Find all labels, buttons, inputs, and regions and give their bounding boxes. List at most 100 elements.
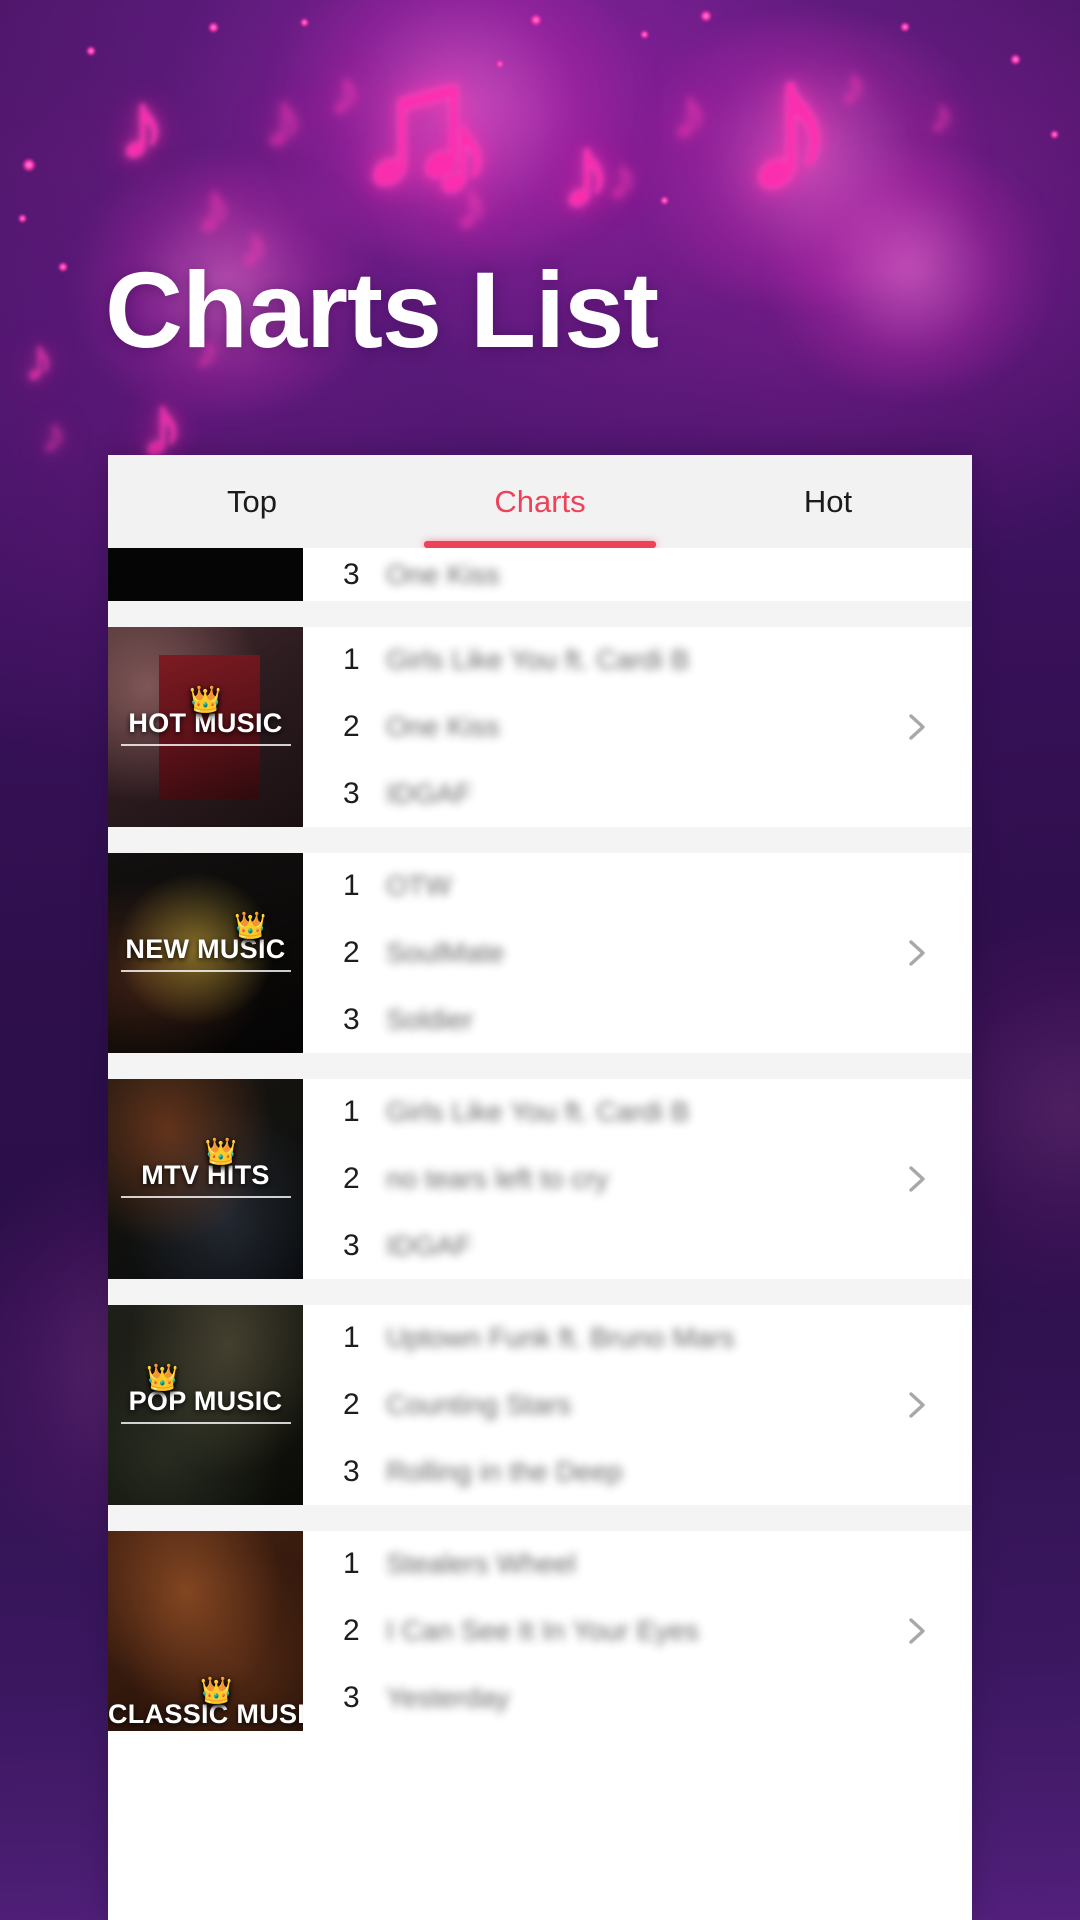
song-rank: 2	[343, 1613, 360, 1647]
song-entry[interactable]: 1 OTW	[343, 853, 972, 920]
music-note-icon: ♪	[42, 409, 66, 462]
list-item-classic-music[interactable]: 👑 CLASSIC MUSIC 1 Stealers Wheel 2 I Can…	[108, 1531, 972, 1731]
chart-label: 👑 HOT MUSIC	[108, 686, 303, 746]
song-entry[interactable]: 2 I Can See It In Your Eyes	[343, 1598, 972, 1665]
chart-label: 👑 MTV HITS	[108, 1138, 303, 1198]
spark-dot	[208, 22, 219, 33]
list-item-hot-music[interactable]: 👑 HOT MUSIC 1 Girls Like You ft. Cardi B…	[108, 627, 972, 827]
list-divider	[108, 1053, 972, 1079]
spark-dot	[58, 262, 68, 272]
spark-dot	[640, 30, 649, 39]
music-note-icon: ♪	[330, 58, 361, 127]
tab-top-label: Top	[227, 483, 277, 519]
song-title: Counting Stars	[386, 1388, 572, 1420]
song-title: Girls Like You ft. Cardi B	[386, 1096, 690, 1128]
tab-bar: Top Charts Hot	[108, 455, 972, 548]
tab-active-indicator	[424, 541, 656, 548]
crown-icon: 👑	[189, 684, 222, 714]
song-list: 1 Girls Like You ft. Cardi B 2 One Kiss …	[303, 627, 972, 827]
spark-dot	[1050, 130, 1059, 139]
song-rank: 3	[343, 1002, 360, 1036]
song-rank: 3	[343, 1680, 360, 1714]
music-note-icon: ♪	[560, 114, 612, 230]
chevron-right-icon[interactable]	[902, 1164, 932, 1194]
song-entry[interactable]: 3 One Kiss	[343, 548, 972, 601]
song-title: OTW	[386, 870, 452, 902]
song-rank: 3	[343, 1454, 360, 1488]
list-item-mtv-hits[interactable]: 👑 MTV HITS 1 Girls Like You ft. Cardi B …	[108, 1079, 972, 1279]
chevron-right-icon[interactable]	[902, 712, 932, 742]
charts-card: Top Charts Hot 3 One Kiss 👑 HOT MUSIC 1 …	[108, 455, 972, 1920]
music-note-icon: ♪	[840, 57, 866, 115]
song-rank: 3	[343, 1228, 360, 1262]
song-title: SoulMate	[386, 936, 505, 968]
chart-label: 👑 NEW MUSIC	[108, 912, 303, 972]
song-entry[interactable]: 2 Counting Stars	[343, 1372, 972, 1439]
spark-dot	[496, 60, 504, 68]
song-entry[interactable]: 1 Stealers Wheel	[343, 1531, 972, 1598]
music-note-icon: ♪	[196, 168, 231, 246]
song-title: One Kiss	[386, 710, 500, 742]
song-entry[interactable]: 3 IDGAF	[343, 760, 972, 827]
song-entry[interactable]: 3 Yesterday	[343, 1664, 972, 1731]
music-note-icon: ♪	[118, 72, 166, 179]
song-entry[interactable]: 3 Soldier	[343, 986, 972, 1053]
song-title: Yesterday	[386, 1681, 510, 1713]
list-divider	[108, 827, 972, 853]
chart-label: 👑 POP MUSIC	[108, 1364, 303, 1424]
song-title: I Can See It In Your Eyes	[386, 1614, 699, 1646]
song-entry[interactable]: 3 IDGAF	[343, 1212, 972, 1279]
spark-dot	[86, 46, 96, 56]
thumbnail-art	[108, 548, 303, 601]
spark-dot	[660, 196, 669, 205]
crown-icon: 👑	[200, 1675, 233, 1705]
label-rule	[120, 970, 291, 972]
song-rank: 1	[343, 1547, 360, 1581]
song-rank: 1	[343, 643, 360, 677]
song-title: Rolling in the Deep	[386, 1455, 623, 1487]
song-rank: 2	[343, 1387, 360, 1421]
music-note-icon: ♪	[742, 19, 837, 231]
song-title: Uptown Funk ft. Bruno Mars	[386, 1322, 735, 1354]
chart-label: 👑 CLASSIC MUSIC	[108, 1677, 303, 1731]
song-title: IDGAF	[386, 777, 472, 809]
music-note-icon: ♪	[264, 75, 303, 163]
song-entry[interactable]: 2 SoulMate	[343, 920, 972, 987]
spark-dot	[530, 14, 542, 26]
chart-thumbnail: 👑 NEW MUSIC	[108, 853, 303, 1053]
song-entry[interactable]: 2 no tears left to cry	[343, 1146, 972, 1213]
label-rule	[120, 1422, 291, 1424]
chevron-right-icon[interactable]	[902, 1390, 932, 1420]
song-entry[interactable]: 1 Uptown Funk ft. Bruno Mars	[343, 1305, 972, 1372]
list-item-new-music[interactable]: 👑 NEW MUSIC 1 OTW 2 SoulMate 3 Soldier	[108, 853, 972, 1053]
spark-dot	[1010, 54, 1021, 65]
chevron-right-icon[interactable]	[902, 1616, 932, 1646]
chevron-right-icon[interactable]	[902, 938, 932, 968]
list-item-partial[interactable]: 3 One Kiss	[108, 548, 972, 601]
label-rule	[120, 1196, 291, 1198]
charts-list: 3 One Kiss 👑 HOT MUSIC 1 Girls Like You …	[108, 548, 972, 1731]
song-entry[interactable]: 1 Girls Like You ft. Cardi B	[343, 627, 972, 694]
page-title: Charts List	[105, 249, 659, 370]
tab-hot-label: Hot	[803, 483, 853, 519]
tab-hot[interactable]: Hot	[684, 455, 972, 548]
song-entry[interactable]: 1 Girls Like You ft. Cardi B	[343, 1079, 972, 1146]
music-note-icon: ♪	[672, 74, 707, 152]
chart-thumbnail: 👑 CLASSIC MUSIC	[108, 1531, 303, 1731]
chart-thumbnail	[108, 548, 303, 601]
song-title: Girls Like You ft. Cardi B	[386, 644, 690, 676]
tab-charts[interactable]: Charts	[396, 455, 684, 548]
song-list: 1 Stealers Wheel 2 I Can See It In Your …	[303, 1531, 972, 1731]
song-rank: 1	[343, 1095, 360, 1129]
song-entry[interactable]: 3 Rolling in the Deep	[343, 1438, 972, 1505]
spark-dot	[700, 10, 712, 22]
spark-dot	[900, 22, 910, 32]
list-item-pop-music[interactable]: 👑 POP MUSIC 1 Uptown Funk ft. Bruno Mars…	[108, 1305, 972, 1505]
song-entry[interactable]: 2 One Kiss	[343, 694, 972, 761]
song-title: Soldier	[386, 1003, 474, 1035]
music-note-icon: ♪	[608, 146, 637, 211]
song-rank: 2	[343, 935, 360, 969]
tab-top[interactable]: Top	[108, 455, 396, 548]
song-rank: 2	[343, 1161, 360, 1195]
song-rank: 1	[343, 1321, 360, 1355]
